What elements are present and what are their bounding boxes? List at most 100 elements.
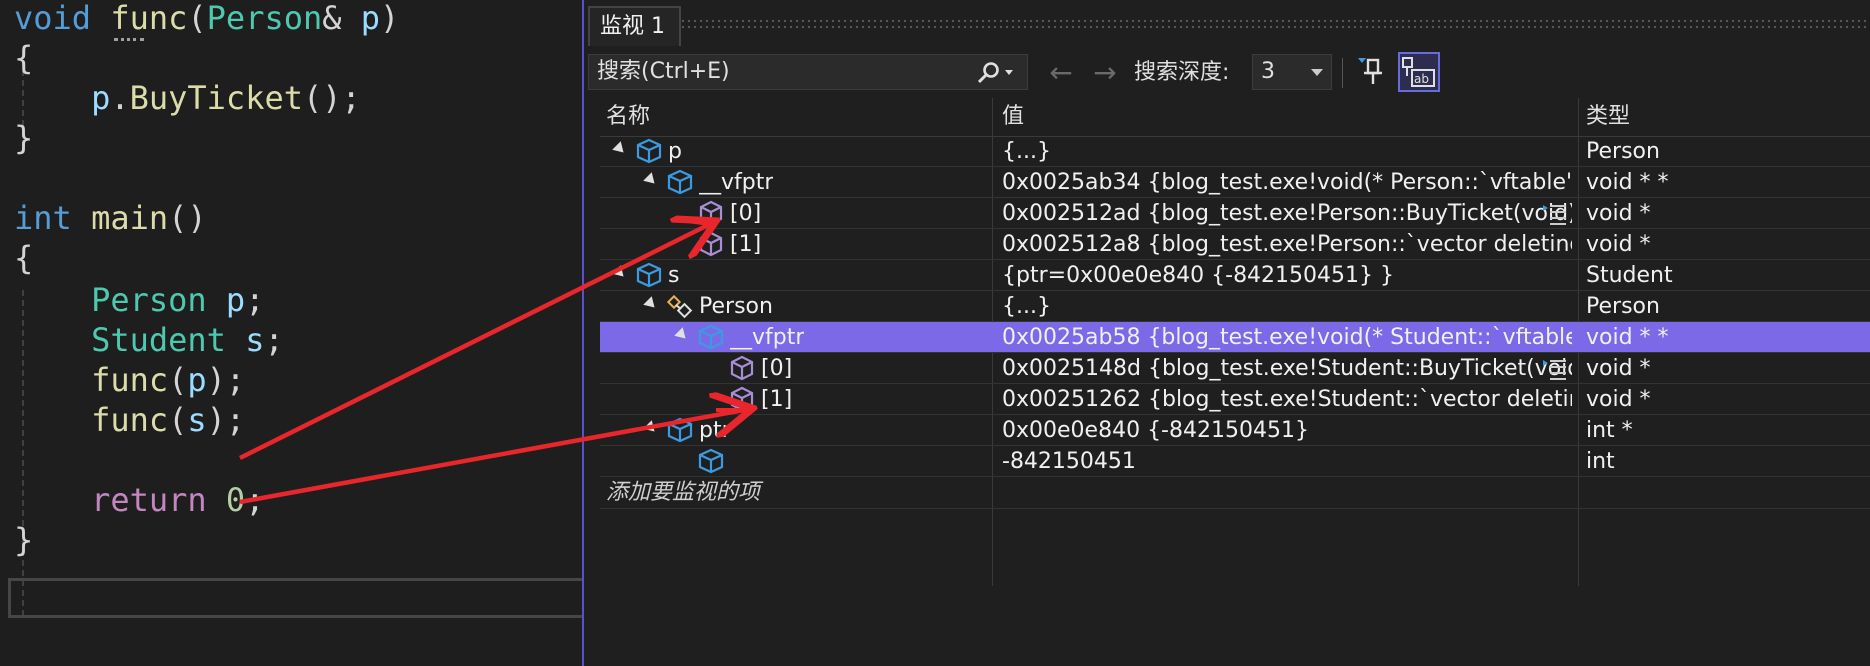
watch-row-value[interactable]: 0x0025ab58 {blog_test.exe!void(* Student…: [1002, 322, 1572, 353]
watch-row-value[interactable]: 0x002512a8 {blog_test.exe!Person::`vecto…: [1002, 229, 1572, 260]
search-input[interactable]: 搜索(Ctrl+E): [588, 54, 1028, 90]
code-token: {: [14, 39, 34, 77]
watch-row[interactable]: s {ptr=0x00e0e840 {-842150451} } Student: [600, 260, 1870, 291]
watch-row[interactable]: Person {...} Person: [600, 291, 1870, 322]
watch-row-value[interactable]: {ptr=0x00e0e840 {-842150451} }: [1002, 260, 1572, 291]
expand-toggle-icon[interactable]: [643, 296, 659, 312]
watch-row-type: Person: [1586, 294, 1660, 319]
watch-row[interactable]: [0] 0x0025148d {blog_test.exe!Student::Bu…: [600, 353, 1870, 384]
code-token: (): [168, 199, 207, 237]
watch-row-name: [1]: [730, 232, 762, 257]
watch-window[interactable]: 监视 1 搜索(Ctrl+E) ← → 搜索深度: 3 ab 名称 值 类型 p…: [582, 0, 1870, 666]
hex-display-button[interactable]: ab: [1398, 52, 1440, 92]
watch-row[interactable]: p {...} Person: [600, 136, 1870, 167]
code-line: void func(Person& p): [14, 0, 399, 42]
watch-row-name: [1]: [761, 387, 793, 412]
watch-row[interactable]: ptr 0x00e0e840 {-842150451} int *: [600, 415, 1870, 446]
expand-toggle-icon[interactable]: [674, 327, 690, 343]
member-icon: [699, 231, 723, 257]
member-icon: [730, 355, 754, 381]
code-token: }: [14, 521, 34, 559]
column-header-type[interactable]: 类型: [1586, 98, 1630, 136]
code-token: Person: [206, 0, 323, 37]
column-header-name[interactable]: 名称: [606, 98, 650, 136]
watch-row-type: void * *: [1586, 325, 1669, 350]
watch-row-type: void * *: [1586, 170, 1669, 195]
visualizer-icon[interactable]: [1542, 357, 1568, 381]
svg-text:ab: ab: [1414, 72, 1429, 86]
search-icon[interactable]: [973, 59, 1017, 87]
watch-row-value[interactable]: -842150451: [1002, 446, 1572, 477]
code-token: void: [14, 0, 92, 37]
watch-row-value[interactable]: 0x00251262 {blog_test.exe!Student::`vect…: [1002, 384, 1572, 415]
column-header-value[interactable]: 值: [1002, 98, 1024, 136]
watch-row-value[interactable]: 0x00e0e840 {-842150451}: [1002, 415, 1572, 446]
code-token: return: [91, 481, 207, 519]
code-token: .: [110, 79, 130, 117]
watch-row-type: void *: [1586, 201, 1651, 226]
code-token: func: [110, 0, 188, 37]
watch-row-name: __vfptr: [730, 325, 805, 350]
watch-row-name: [0]: [730, 201, 762, 226]
code-token: {: [14, 239, 34, 277]
watch-row[interactable]: -842150451 int: [600, 446, 1870, 477]
watch-row-value[interactable]: 0x002512ad {blog_test.exe!Person::BuyTic…: [1002, 198, 1572, 229]
watch-row-name: Person: [699, 294, 773, 319]
watch-row-value[interactable]: {...}: [1002, 136, 1572, 167]
watch-row[interactable]: [0] 0x002512ad {blog_test.exe!Person::Buy…: [600, 198, 1870, 229]
code-token: ;: [245, 281, 265, 319]
expand-toggle-icon[interactable]: [612, 141, 628, 157]
object-icon: [667, 169, 693, 195]
watch-row-name: __vfptr: [699, 170, 774, 195]
code-token: &: [322, 0, 361, 37]
code-token: func: [91, 361, 169, 399]
watch-row[interactable]: [1] 0x00251262 {blog_test.exe!Student::`v…: [600, 384, 1870, 415]
expand-toggle-icon[interactable]: [643, 420, 659, 436]
search-depth-select[interactable]: 3: [1252, 54, 1332, 90]
code-editor[interactable]: void func(Person& p){ p.BuyTicket();} int…: [0, 0, 598, 666]
code-token: ;: [245, 481, 265, 519]
code-token: );: [206, 401, 246, 439]
search-previous-icon[interactable]: ←: [1044, 56, 1078, 90]
code-token: ): [380, 0, 400, 37]
watch-row-value[interactable]: {...}: [1002, 291, 1572, 322]
watch-row[interactable]: [1] 0x002512a8 {blog_test.exe!Person::`ve…: [600, 229, 1870, 260]
code-token: func: [91, 401, 169, 439]
drag-grip[interactable]: [680, 18, 1866, 30]
base-class-icon: [667, 294, 693, 319]
visualizer-icon[interactable]: [1542, 202, 1568, 226]
watch-row-type: void *: [1586, 356, 1651, 381]
pin-icon[interactable]: [1354, 54, 1390, 90]
watch-row-type: Person: [1586, 139, 1660, 164]
search-depth-label: 搜索深度:: [1134, 60, 1230, 85]
search-next-icon[interactable]: →: [1088, 56, 1122, 90]
code-token: Student: [91, 321, 226, 359]
expand-toggle-icon[interactable]: [643, 172, 659, 188]
watch-row-value[interactable]: 0x0025ab34 {blog_test.exe!void(* Person:…: [1002, 167, 1572, 198]
watch-row-value[interactable]: 0x0025148d {blog_test.exe!Student::BuyTi…: [1002, 353, 1572, 384]
code-token: );: [206, 361, 246, 399]
expand-toggle-icon[interactable]: [612, 265, 628, 281]
add-watch-placeholder: 添加要监视的项: [606, 480, 761, 505]
watch-row[interactable]: __vfptr 0x0025ab34 {blog_test.exe!void(* …: [600, 167, 1870, 198]
watch-row-type: Student: [1586, 263, 1673, 288]
watch-tab[interactable]: 监视 1: [588, 6, 681, 46]
add-watch-row[interactable]: 添加要监视的项: [600, 477, 1870, 509]
code-line: }: [14, 114, 33, 162]
watch-row[interactable]: __vfptr 0x0025ab58 {blog_test.exe!void(* …: [600, 322, 1870, 353]
toolbar-divider: [1342, 58, 1343, 88]
watch-row-type: int: [1586, 449, 1615, 474]
member-icon: [699, 200, 723, 226]
code-line: {: [14, 234, 33, 282]
member-icon: [730, 386, 754, 412]
watch-row-name: s: [668, 263, 680, 288]
code-line: func(s);: [14, 396, 245, 444]
